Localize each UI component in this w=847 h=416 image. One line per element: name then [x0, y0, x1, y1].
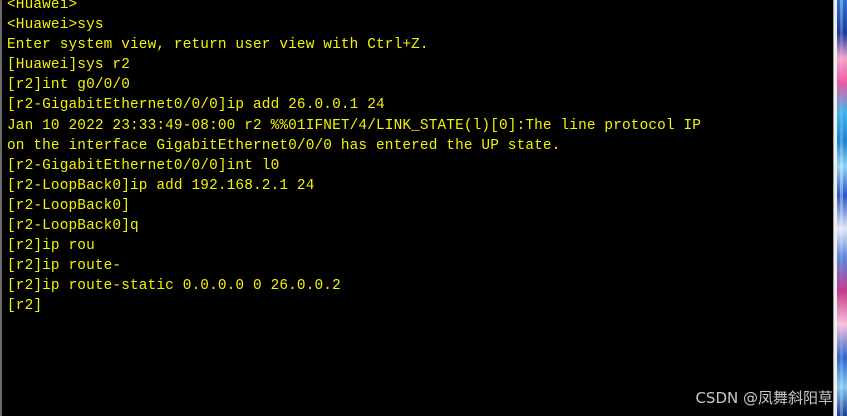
terminal-window[interactable]: <Huawei> <Huawei>sys Enter system view, …	[0, 0, 833, 416]
terminal-line: [r2-GigabitEthernet0/0/0]ip add 26.0.0.1…	[7, 97, 385, 114]
terminal-line: [r2-LoopBack0]	[7, 197, 131, 214]
terminal-line: <Huawei>	[7, 0, 78, 13]
desktop-wallpaper-edge	[837, 0, 847, 416]
terminal-output: <Huawei> <Huawei>sys Enter system view, …	[7, 0, 701, 317]
terminal-line: [r2]ip rou	[7, 238, 95, 255]
terminal-line: [r2]ip route-	[7, 258, 122, 275]
terminal-line: [r2-LoopBack0]ip add 192.168.2.1 24	[7, 177, 315, 194]
terminal-prompt-line[interactable]: [r2]	[7, 296, 701, 316]
terminal-line: [Huawei]sys r2	[7, 57, 131, 74]
terminal-line: [r2]ip route-static 0.0.0.0 0 26.0.0.2	[7, 278, 341, 295]
terminal-line: on the interface GigabitEthernet0/0/0 ha…	[7, 137, 561, 154]
terminal-line: Enter system view, return user view with…	[7, 37, 429, 54]
terminal-line: <Huawei>sys	[7, 17, 104, 34]
csdn-watermark: CSDN @凤舞斜阳草	[695, 389, 833, 407]
terminal-line: [r2-LoopBack0]q	[7, 218, 139, 235]
terminal-line: Jan 10 2022 23:33:49-08:00 r2 %%01IFNET/…	[7, 117, 702, 134]
terminal-line: [r2-GigabitEthernet0/0/0]int l0	[7, 157, 280, 174]
terminal-line: [r2]int g0/0/0	[7, 77, 131, 94]
